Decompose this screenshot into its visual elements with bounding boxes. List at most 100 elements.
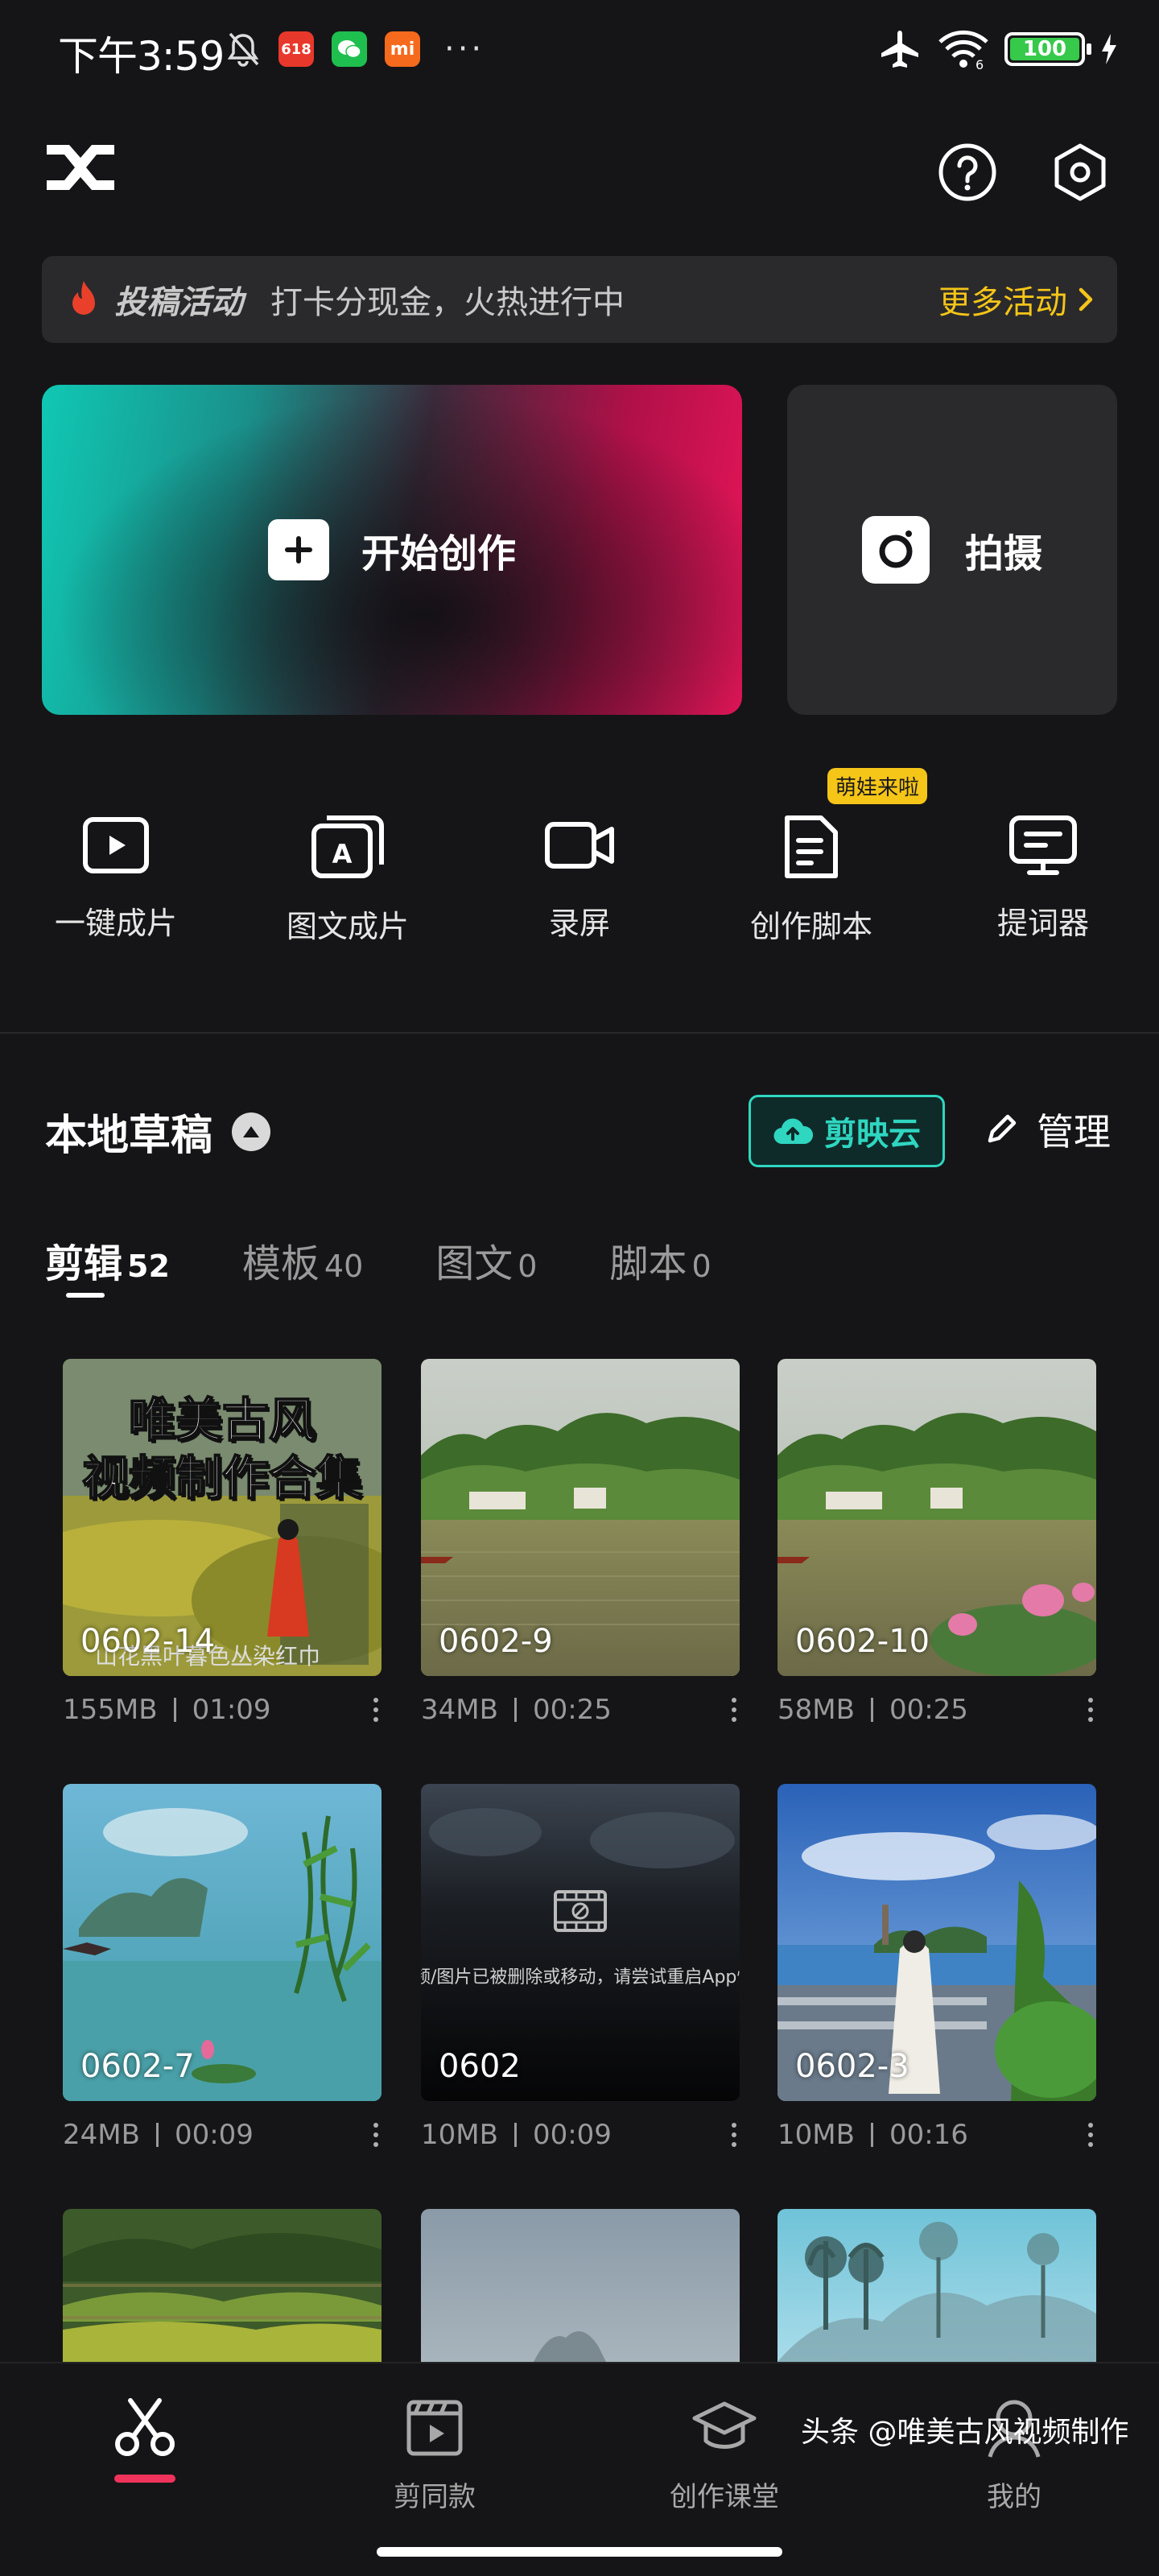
tab-label: 图文 — [435, 1241, 514, 1286]
tab-template[interactable]: 模板 40 — [242, 1232, 363, 1288]
tab-count: 0 — [691, 1249, 711, 1284]
chevron-right-icon — [1079, 287, 1093, 312]
draft-duration: 00:09 — [532, 2119, 612, 2151]
tool-screen-record[interactable]: 录屏 — [475, 797, 684, 958]
draft-duration: 00:16 — [889, 2119, 968, 2151]
charging-icon — [1102, 34, 1116, 64]
draft-name: 0602-9 — [439, 1623, 553, 1660]
draft-thumbnail[interactable]: 频/图片已被删除或移动，请尝试重启App恢 0602 — [421, 1784, 740, 2101]
tab-script[interactable]: 脚本 0 — [609, 1232, 711, 1288]
manage-label: 管理 — [1037, 1110, 1111, 1154]
draft-name: 0602-10 — [795, 1623, 930, 1660]
draft-meta: 155MB 01:09 — [63, 1694, 382, 1726]
more-options-icon[interactable] — [732, 2123, 736, 2147]
tools-row: 一键成片 A 图文成片 录屏 萌娃来啦 创作脚本 提词器 — [0, 768, 1159, 958]
collapse-toggle-icon[interactable] — [232, 1112, 271, 1151]
draft-thumbnail[interactable]: 唯美古风 视频制作合集 山花黑叶暮色丛染红巾 0602-14 — [63, 1359, 382, 1676]
draft-meta: 10MB 00:09 — [421, 2119, 740, 2151]
svg-text:6: 6 — [975, 57, 984, 69]
draft-thumbnail[interactable] — [63, 2209, 382, 2362]
draft-item[interactable]: 0602-10 58MB 00:25 — [777, 1359, 1096, 1726]
tab-count: 52 — [127, 1249, 170, 1284]
activity-banner[interactable]: 投稿活动 打卡分现金，火热进行中 更多活动 — [42, 256, 1117, 343]
media-missing-message: 频/图片已被删除或移动，请尝试重启App恢 — [421, 1967, 740, 1988]
draft-size: 155MB — [63, 1694, 158, 1726]
section-divider — [0, 1032, 1159, 1034]
draft-thumbnail[interactable]: 0602-9 — [421, 1359, 740, 1676]
nav-edit[interactable] — [56, 2396, 233, 2483]
status-notification-icons: 618 mi ··· — [225, 31, 485, 68]
svg-text:A: A — [332, 839, 353, 869]
draft-name: 0602-7 — [80, 2048, 195, 2085]
more-options-icon[interactable] — [1088, 2123, 1093, 2147]
teleprompter-icon — [1009, 815, 1077, 875]
mi-icon: mi — [385, 31, 420, 67]
draft-name: 0602-14 — [80, 1623, 216, 1660]
play-video-icon — [83, 817, 149, 873]
nav-templates[interactable]: 剪同款 — [346, 2396, 523, 2514]
more-options-icon[interactable] — [373, 2123, 378, 2147]
shoot-label: 拍摄 — [964, 531, 1042, 576]
more-options-icon[interactable] — [732, 1698, 736, 1722]
tool-text-to-video[interactable]: A 图文成片 — [243, 797, 452, 958]
draft-name: 0602 — [439, 2048, 521, 2085]
draft-item[interactable]: 唯美古风 视频制作合集 山花黑叶暮色丛染红巾 0602-14 155MB 01:0… — [63, 1359, 382, 1726]
draft-meta: 24MB 00:09 — [63, 2119, 382, 2151]
tool-one-click[interactable]: 一键成片 — [11, 797, 221, 958]
settings-icon[interactable] — [1050, 142, 1111, 203]
more-options-icon[interactable] — [1088, 1698, 1093, 1722]
wechat-icon — [332, 31, 367, 67]
start-creating-label: 开始创作 — [361, 531, 516, 576]
thumbnail-image — [777, 2209, 1096, 2362]
more-options-icon[interactable] — [373, 1698, 378, 1722]
draft-item[interactable] — [63, 2209, 382, 2362]
tab-edit[interactable]: 剪辑 52 — [45, 1232, 170, 1298]
airplane-icon — [881, 31, 918, 68]
draft-item[interactable]: 0602-3 10MB 00:16 — [777, 1784, 1096, 2151]
draft-meta: 10MB 00:16 — [777, 2119, 1096, 2151]
draft-meta: 34MB 00:25 — [421, 1694, 740, 1726]
tool-label: 一键成片 — [54, 906, 177, 941]
draft-thumbnail[interactable] — [421, 2209, 740, 2362]
tool-teleprompter[interactable]: 提词器 — [938, 797, 1148, 958]
draft-item[interactable] — [421, 2209, 740, 2362]
banner-tag: 投稿活动 — [114, 284, 243, 321]
draft-item[interactable]: 0602-7 24MB 00:09 — [63, 1784, 382, 2151]
script-document-icon — [785, 815, 838, 878]
cloud-button-label: 剪映云 — [824, 1116, 921, 1153]
tab-label: 脚本 — [609, 1241, 687, 1286]
draft-item[interactable]: 0602-9 34MB 00:25 — [421, 1359, 740, 1726]
home-indicator[interactable] — [377, 2547, 782, 2557]
drafts-header[interactable]: 本地草稿 — [45, 1101, 271, 1162]
draft-duration: 00:25 — [532, 1694, 612, 1726]
status-system-icons: 6 100 — [877, 29, 1119, 69]
tab-image-text[interactable]: 图文 0 — [435, 1232, 537, 1288]
help-icon[interactable] — [937, 142, 998, 203]
shoot-button[interactable]: 拍摄 — [787, 385, 1117, 715]
watermark: 头条 @唯美古风视频制作 — [801, 2416, 1129, 2449]
draft-thumbnail[interactable]: 0602-10 — [777, 1359, 1096, 1676]
draft-size: 34MB — [421, 1694, 498, 1726]
thumbnail-image — [421, 2209, 740, 2362]
pencil-icon — [988, 1114, 1017, 1143]
cloud-button[interactable]: 剪映云 — [749, 1095, 945, 1167]
more-activities-link[interactable]: 更多活动 — [938, 276, 1093, 323]
tool-script[interactable]: 萌娃来啦 创作脚本 — [707, 768, 928, 958]
video-camera-icon — [545, 822, 614, 869]
draft-thumbnail[interactable]: 0602-3 — [777, 1784, 1096, 2101]
video-template-icon — [406, 2400, 463, 2456]
nav-courses[interactable]: 创作课堂 — [636, 2396, 813, 2514]
media-missing-icon — [554, 1890, 607, 1932]
start-creating-button[interactable]: 开始创作 — [42, 385, 742, 715]
manage-button[interactable]: 管理 — [984, 1103, 1111, 1156]
flame-icon — [72, 281, 95, 315]
status-bar: 下午3:59 618 mi ··· 6 100 — [0, 0, 1159, 105]
scissors-icon — [115, 2398, 175, 2456]
bell-off-icon — [227, 32, 259, 67]
draft-thumbnail[interactable]: 0602-7 — [63, 1784, 382, 2101]
tool-label: 创作脚本 — [749, 909, 872, 944]
overlay-line: 视频制作合集 — [81, 1450, 363, 1506]
draft-item[interactable]: 频/图片已被删除或移动，请尝试重启App恢 0602 10MB 00:09 — [421, 1784, 740, 2151]
draft-thumbnail[interactable] — [777, 2209, 1096, 2362]
draft-item[interactable] — [777, 2209, 1096, 2362]
